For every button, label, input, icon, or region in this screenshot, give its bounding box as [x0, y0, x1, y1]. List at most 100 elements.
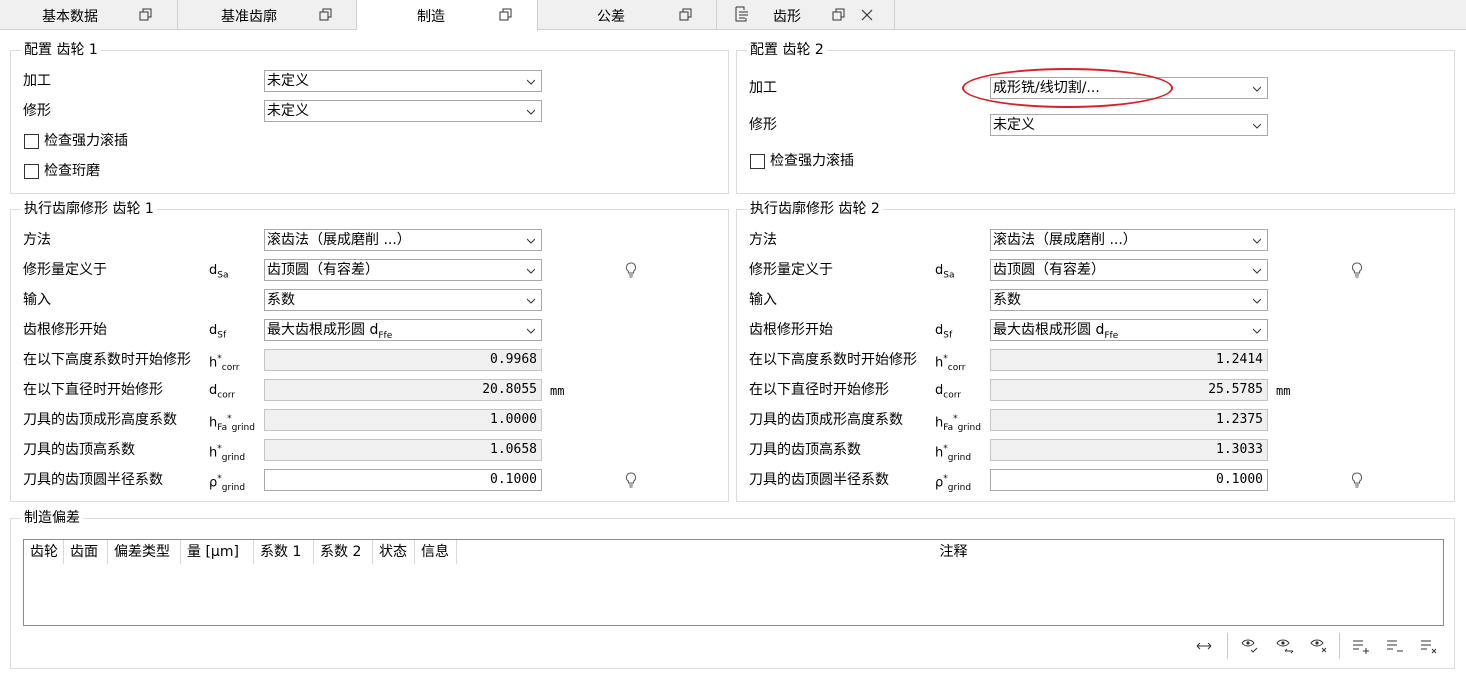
tab-label: 齿形: [773, 9, 801, 25]
processing-dropdown[interactable]: 未定义: [264, 70, 542, 92]
toolbar-separator: [1227, 633, 1228, 659]
tab-label: 公差: [597, 9, 625, 25]
tab-reference-profile[interactable]: 基准齿廓: [178, 0, 357, 30]
chevron-down-icon: [527, 268, 535, 274]
chevron-down-icon: [527, 298, 535, 304]
lightbulb-icon[interactable]: [625, 262, 637, 278]
column-header-flank[interactable]: 齿面: [64, 540, 108, 564]
symbol-hcorr: h*corr: [935, 354, 966, 373]
unit-mm: mm: [550, 384, 565, 398]
column-header-factor2[interactable]: 系数 2: [314, 540, 373, 564]
unit-mm: mm: [1276, 384, 1291, 398]
symbol-h-grind: h*grind: [935, 444, 972, 463]
deviation-table[interactable]: 齿轮 齿面 偏差类型 量 [μm] 系数 1 系数 2 状态 信息 注释: [23, 539, 1444, 626]
dropdown-value: 最大齿根成形圆 d: [267, 322, 379, 338]
restore-window-icon[interactable]: [139, 8, 153, 22]
h-grind-label: 刀具的齿顶高系数: [749, 442, 861, 458]
restore-window-icon[interactable]: [679, 8, 693, 22]
restore-window-icon[interactable]: [832, 8, 846, 22]
eye-swap-icon[interactable]: [1276, 637, 1294, 655]
chevron-down-icon: [1253, 268, 1261, 274]
lightbulb-icon[interactable]: [1351, 472, 1363, 488]
lightbulb-icon[interactable]: [625, 472, 637, 488]
column-header-comment[interactable]: 注释: [457, 540, 1444, 564]
symbol-dcorr: dcorr: [935, 383, 961, 401]
root-mod-start-dropdown[interactable]: 最大齿根成形圆 dFfe: [264, 319, 542, 341]
config-gear1-group: 配置 齿轮 1 加工 未定义 修形 未定义 检查强力滚插 检查珩磨: [10, 42, 729, 194]
column-header-amount[interactable]: 量 [μm]: [181, 540, 254, 564]
hcorr-label: 在以下高度系数时开始修形: [23, 352, 191, 368]
tab-bar: 基本数据 基准齿廓 制造 公差 齿形: [0, 0, 1466, 31]
check-power-skiving-checkbox[interactable]: [24, 134, 39, 149]
root-mod-start-label: 齿根修形开始: [749, 322, 833, 338]
swap-horizontal-icon[interactable]: [1195, 637, 1213, 655]
input-label: 输入: [23, 292, 51, 308]
profile-mod-gear1-group: 执行齿廓修形 齿轮 1 方法 滚齿法（展成磨削 ...） 修形量定义于 dSa …: [10, 201, 729, 502]
column-header-gear[interactable]: 齿轮: [24, 540, 64, 564]
symbol-dsa: dSa: [935, 263, 955, 281]
hfa-grind-field: 1.0000: [264, 409, 542, 431]
tab-label: 制造: [417, 9, 445, 25]
rho-grind-label: 刀具的齿顶圆半径系数: [23, 472, 163, 488]
method-dropdown[interactable]: 滚齿法（展成磨削 ...）: [990, 229, 1268, 251]
restore-window-icon[interactable]: [499, 8, 513, 22]
restore-window-icon[interactable]: [319, 8, 333, 22]
definition-label: 修形量定义于: [23, 262, 107, 278]
chevron-down-icon: [527, 79, 535, 85]
rho-grind-label: 刀具的齿顶圆半径系数: [749, 472, 889, 488]
group-title: 配置 齿轮 1: [21, 42, 101, 58]
tab-label: 基本数据: [42, 9, 98, 25]
symbol-rho-grind: ρ*grind: [209, 474, 246, 493]
list-remove-icon[interactable]: [1386, 637, 1404, 655]
dropdown-value: 系数: [267, 292, 295, 308]
lightbulb-icon[interactable]: [1351, 262, 1363, 278]
profile-mod-gear2-group: 执行齿廓修形 齿轮 2 方法 滚齿法（展成磨削 ...） 修形量定义于 dSa …: [736, 201, 1455, 502]
definition-dropdown[interactable]: 齿顶圆（有容差）: [264, 259, 542, 281]
modification-dropdown[interactable]: 未定义: [990, 114, 1268, 136]
column-header-factor1[interactable]: 系数 1: [254, 540, 314, 564]
input-dropdown[interactable]: 系数: [990, 289, 1268, 311]
input-dropdown[interactable]: 系数: [264, 289, 542, 311]
dropdown-value: 齿顶圆（有容差）: [267, 262, 379, 278]
tab-tolerances[interactable]: 公差: [538, 0, 717, 30]
processing-label: 加工: [749, 80, 777, 96]
column-header-deviation-type[interactable]: 偏差类型: [108, 540, 181, 564]
eye-remove-icon[interactable]: [1310, 637, 1328, 655]
method-label: 方法: [23, 232, 51, 248]
eye-check-icon[interactable]: [1241, 637, 1259, 655]
column-header-info[interactable]: 信息: [415, 540, 457, 564]
hfa-grind-label: 刀具的齿顶成形高度系数: [23, 412, 177, 428]
check-power-skiving-checkbox[interactable]: [750, 154, 765, 169]
check-honing-checkbox[interactable]: [24, 164, 39, 179]
column-header-status[interactable]: 状态: [373, 540, 415, 564]
rho-grind-input[interactable]: 0.1000: [990, 469, 1268, 491]
root-mod-start-dropdown[interactable]: 最大齿根成形圆 dFfe: [990, 319, 1268, 341]
chevron-down-icon: [1253, 86, 1261, 92]
hfa-grind-label: 刀具的齿顶成形高度系数: [749, 412, 903, 428]
dropdown-value: 滚齿法（展成磨削 ...）: [267, 232, 411, 248]
symbol-rho-grind: ρ*grind: [935, 474, 972, 493]
definition-dropdown[interactable]: 齿顶圆（有容差）: [990, 259, 1268, 281]
list-add-icon[interactable]: [1352, 637, 1370, 655]
dropdown-value: 齿顶圆（有容差）: [993, 262, 1105, 278]
processing-label: 加工: [23, 73, 51, 89]
modification-dropdown[interactable]: 未定义: [264, 100, 542, 122]
chevron-down-icon: [527, 238, 535, 244]
method-dropdown[interactable]: 滚齿法（展成磨削 ...）: [264, 229, 542, 251]
rho-grind-input[interactable]: 0.1000: [264, 469, 542, 491]
dropdown-value: 系数: [993, 292, 1021, 308]
document-list-icon: [735, 6, 748, 22]
symbol-dcorr: dcorr: [209, 383, 235, 401]
tab-basic-data[interactable]: 基本数据: [0, 0, 178, 30]
symbol-hfa-grind: hFa*grind: [209, 414, 255, 433]
tab-label: 基准齿廓: [221, 9, 277, 25]
chevron-down-icon: [1253, 238, 1261, 244]
list-clear-icon[interactable]: [1420, 637, 1438, 655]
dropdown-value: 滚齿法（展成磨削 ...）: [993, 232, 1137, 248]
dropdown-value: 未定义: [267, 103, 309, 119]
symbol-hcorr: h*corr: [209, 354, 240, 373]
close-icon[interactable]: [860, 8, 874, 22]
root-mod-start-label: 齿根修形开始: [23, 322, 107, 338]
tab-manufacturing[interactable]: 制造: [357, 0, 538, 31]
tab-tooth-form[interactable]: 齿形: [717, 0, 895, 30]
